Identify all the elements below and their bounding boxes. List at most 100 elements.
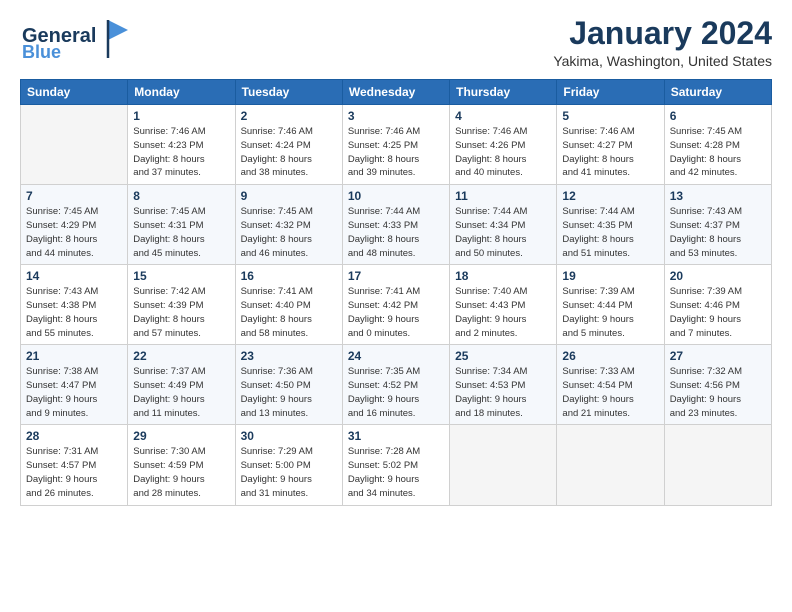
day-number: 16 <box>241 269 337 283</box>
day-info: Sunrise: 7:46 AMSunset: 4:27 PMDaylight:… <box>562 125 658 180</box>
day-info: Sunrise: 7:28 AMSunset: 5:02 PMDaylight:… <box>348 445 444 500</box>
day-number: 13 <box>670 189 766 203</box>
calendar-cell: 25 Sunrise: 7:34 AMSunset: 4:53 PMDayligh… <box>450 345 557 425</box>
svg-text:Blue: Blue <box>22 42 61 60</box>
calendar-week-row: 21Sunrise: 7:38 AMSunset: 4:47 PMDayligh… <box>21 345 772 425</box>
day-number: 5 <box>562 109 658 123</box>
page: General Blue January 2024 Yakima, Washin… <box>0 0 792 612</box>
calendar-cell: 10 Sunrise: 7:44 AMSunset: 4:33 PMDayligh… <box>342 185 449 265</box>
calendar-cell <box>664 425 771 505</box>
subtitle: Yakima, Washington, United States <box>553 53 772 69</box>
calendar-cell: 12 Sunrise: 7:44 AMSunset: 4:35 PMDayligh… <box>557 185 664 265</box>
weekday-header: Saturday <box>664 80 771 105</box>
calendar-cell: 24 Sunrise: 7:35 AMSunset: 4:52 PMDayligh… <box>342 345 449 425</box>
day-number: 27 <box>670 349 766 363</box>
day-info: Sunrise: 7:33 AMSunset: 4:54 PMDaylight:… <box>562 365 658 420</box>
weekday-header: Sunday <box>21 80 128 105</box>
calendar-cell: 1 Sunrise: 7:46 AMSunset: 4:23 PMDaylight… <box>128 105 235 185</box>
day-number: 12 <box>562 189 658 203</box>
calendar-week-row: 28 Sunrise: 7:31 AMSunset: 4:57 PMDayligh… <box>21 425 772 505</box>
calendar-cell: 18 Sunrise: 7:40 AMSunset: 4:43 PMDayligh… <box>450 265 557 345</box>
day-info: Sunrise: 7:39 AMSunset: 4:44 PMDaylight:… <box>562 285 658 340</box>
calendar-week-row: 1 Sunrise: 7:46 AMSunset: 4:23 PMDaylight… <box>21 105 772 185</box>
calendar-cell: 31 Sunrise: 7:28 AMSunset: 5:02 PMDayligh… <box>342 425 449 505</box>
day-number: 29 <box>133 429 229 443</box>
title-area: January 2024 Yakima, Washington, United … <box>553 16 772 69</box>
day-info: Sunrise: 7:46 AMSunset: 4:23 PMDaylight:… <box>133 125 229 180</box>
day-info: Sunrise: 7:40 AMSunset: 4:43 PMDaylight:… <box>455 285 551 340</box>
calendar-cell: 3 Sunrise: 7:46 AMSunset: 4:25 PMDaylight… <box>342 105 449 185</box>
day-number: 1 <box>133 109 229 123</box>
weekday-header: Tuesday <box>235 80 342 105</box>
calendar-cell: 22 Sunrise: 7:37 AMSunset: 4:49 PMDayligh… <box>128 345 235 425</box>
weekday-header: Wednesday <box>342 80 449 105</box>
day-number: 11 <box>455 189 551 203</box>
day-number: 18 <box>455 269 551 283</box>
day-number: 14 <box>26 269 122 283</box>
calendar-cell: 30 Sunrise: 7:29 AMSunset: 5:00 PMDayligh… <box>235 425 342 505</box>
day-info: Sunrise: 7:46 AMSunset: 4:24 PMDaylight:… <box>241 125 337 180</box>
logo: General Blue <box>20 16 130 60</box>
day-number: 24 <box>348 349 444 363</box>
calendar-cell: 29 Sunrise: 7:30 AMSunset: 4:59 PMDayligh… <box>128 425 235 505</box>
calendar-cell: 16 Sunrise: 7:41 AMSunset: 4:40 PMDayligh… <box>235 265 342 345</box>
calendar-cell: 21Sunrise: 7:38 AMSunset: 4:47 PMDayligh… <box>21 345 128 425</box>
day-number: 23 <box>241 349 337 363</box>
day-info: Sunrise: 7:45 AMSunset: 4:32 PMDaylight:… <box>241 205 337 260</box>
calendar-cell: 23 Sunrise: 7:36 AMSunset: 4:50 PMDayligh… <box>235 345 342 425</box>
day-info: Sunrise: 7:34 AMSunset: 4:53 PMDaylight:… <box>455 365 551 420</box>
day-info: Sunrise: 7:29 AMSunset: 5:00 PMDaylight:… <box>241 445 337 500</box>
day-number: 6 <box>670 109 766 123</box>
day-number: 9 <box>241 189 337 203</box>
calendar-week-row: 14 Sunrise: 7:43 AMSunset: 4:38 PMDayligh… <box>21 265 772 345</box>
day-number: 31 <box>348 429 444 443</box>
day-info: Sunrise: 7:45 AMSunset: 4:31 PMDaylight:… <box>133 205 229 260</box>
day-number: 25 <box>455 349 551 363</box>
day-number: 22 <box>133 349 229 363</box>
day-number: 8 <box>133 189 229 203</box>
day-info: Sunrise: 7:42 AMSunset: 4:39 PMDaylight:… <box>133 285 229 340</box>
calendar-cell: 13 Sunrise: 7:43 AMSunset: 4:37 PMDayligh… <box>664 185 771 265</box>
day-info: Sunrise: 7:44 AMSunset: 4:33 PMDaylight:… <box>348 205 444 260</box>
calendar-cell <box>450 425 557 505</box>
day-number: 2 <box>241 109 337 123</box>
header: General Blue January 2024 Yakima, Washin… <box>20 16 772 69</box>
calendar-cell: 15 Sunrise: 7:42 AMSunset: 4:39 PMDayligh… <box>128 265 235 345</box>
day-info: Sunrise: 7:32 AMSunset: 4:56 PMDaylight:… <box>670 365 766 420</box>
day-number: 3 <box>348 109 444 123</box>
day-info: Sunrise: 7:46 AMSunset: 4:26 PMDaylight:… <box>455 125 551 180</box>
day-info: Sunrise: 7:43 AMSunset: 4:38 PMDaylight:… <box>26 285 122 340</box>
calendar-cell: 19 Sunrise: 7:39 AMSunset: 4:44 PMDayligh… <box>557 265 664 345</box>
day-info: Sunrise: 7:31 AMSunset: 4:57 PMDaylight:… <box>26 445 122 500</box>
day-info: Sunrise: 7:37 AMSunset: 4:49 PMDaylight:… <box>133 365 229 420</box>
calendar-cell: 28 Sunrise: 7:31 AMSunset: 4:57 PMDayligh… <box>21 425 128 505</box>
day-number: 10 <box>348 189 444 203</box>
day-number: 19 <box>562 269 658 283</box>
day-number: 15 <box>133 269 229 283</box>
day-number: 30 <box>241 429 337 443</box>
calendar-cell: 5 Sunrise: 7:46 AMSunset: 4:27 PMDaylight… <box>557 105 664 185</box>
day-info: Sunrise: 7:44 AMSunset: 4:35 PMDaylight:… <box>562 205 658 260</box>
day-info: Sunrise: 7:43 AMSunset: 4:37 PMDaylight:… <box>670 205 766 260</box>
day-number: 20 <box>670 269 766 283</box>
weekday-header: Thursday <box>450 80 557 105</box>
day-number: 26 <box>562 349 658 363</box>
weekday-header: Friday <box>557 80 664 105</box>
day-info: Sunrise: 7:36 AMSunset: 4:50 PMDaylight:… <box>241 365 337 420</box>
calendar-cell <box>557 425 664 505</box>
day-info: Sunrise: 7:45 AMSunset: 4:28 PMDaylight:… <box>670 125 766 180</box>
day-number: 17 <box>348 269 444 283</box>
day-info: Sunrise: 7:35 AMSunset: 4:52 PMDaylight:… <box>348 365 444 420</box>
day-info: Sunrise: 7:30 AMSunset: 4:59 PMDaylight:… <box>133 445 229 500</box>
calendar-cell <box>21 105 128 185</box>
day-info: Sunrise: 7:46 AMSunset: 4:25 PMDaylight:… <box>348 125 444 180</box>
calendar-cell: 26 Sunrise: 7:33 AMSunset: 4:54 PMDayligh… <box>557 345 664 425</box>
day-info: Sunrise: 7:39 AMSunset: 4:46 PMDaylight:… <box>670 285 766 340</box>
logo-icon: General Blue <box>20 16 130 60</box>
calendar-cell: 20 Sunrise: 7:39 AMSunset: 4:46 PMDayligh… <box>664 265 771 345</box>
day-info: Sunrise: 7:41 AMSunset: 4:40 PMDaylight:… <box>241 285 337 340</box>
calendar-cell: 2 Sunrise: 7:46 AMSunset: 4:24 PMDaylight… <box>235 105 342 185</box>
calendar-week-row: 7Sunrise: 7:45 AMSunset: 4:29 PMDaylight… <box>21 185 772 265</box>
day-number: 28 <box>26 429 122 443</box>
calendar-cell: 6 Sunrise: 7:45 AMSunset: 4:28 PMDaylight… <box>664 105 771 185</box>
